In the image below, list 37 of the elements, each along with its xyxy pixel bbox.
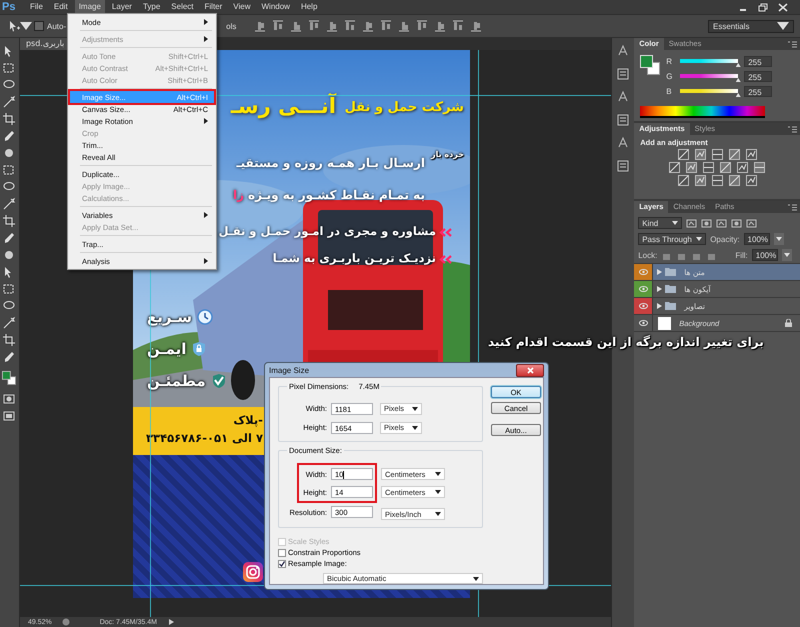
opacity-label: Opacity: [710,234,740,244]
lock-label: Lock: [638,250,658,260]
channel-label: R [666,56,673,66]
fill-field[interactable]: 100% [752,249,778,261]
poster-tag: خرده بار [431,150,464,159]
channel-value[interactable]: 255 [744,70,772,82]
brand-name: آنـــی رسـ [230,94,336,118]
checkbox-label: Auto- [47,22,66,30]
menu-bar-item[interactable]: View [229,0,254,14]
channel-label: G [666,72,674,80]
opacity-field[interactable]: 100% [744,233,770,245]
channel-value[interactable]: 255 [744,86,772,96]
channel-value[interactable]: 255 [744,56,772,66]
poster-title: شرکت حمل و نقل [344,100,464,115]
menu-bar-item[interactable]: Edit [50,0,72,14]
menu-bar-item[interactable]: Image [74,0,105,14]
dialog-title: Image Size [269,366,310,374]
instruction-caption: برای تغییر اندازه برگه از این قسمت اقدام کنید [488,335,764,349]
blend-mode-dropdown[interactable]: Pass Through [638,233,706,245]
menu-bar-item[interactable]: Help [296,0,322,14]
band-text: -پلاک [233,413,263,427]
app-logo: Ps [2,1,16,13]
menu-bar-item[interactable]: Layer [108,0,136,14]
filter-dropdown[interactable]: Kind [638,217,682,229]
menu-bar-item[interactable]: Window [258,0,294,14]
option-label: ols [226,22,236,30]
poster-text: ارسـال بـار همـه روزه و مستقیـ [236,156,425,170]
workspace-dropdown[interactable]: Essentials [708,20,794,32]
menu-bar-item[interactable]: Select [167,0,198,14]
menu-bar-item[interactable]: File [26,0,47,14]
fill-label: Fill: [735,250,748,260]
feature-label: مطمئـن [146,372,206,390]
poster-text: به تمـام نقـاط کشـور به ویـژه [248,188,425,202]
menu-bar-item[interactable]: Filter [200,0,226,14]
channel-label: B [666,86,673,96]
menu-bar-item[interactable]: Type [138,0,164,14]
poster-text: زا [232,188,244,202]
